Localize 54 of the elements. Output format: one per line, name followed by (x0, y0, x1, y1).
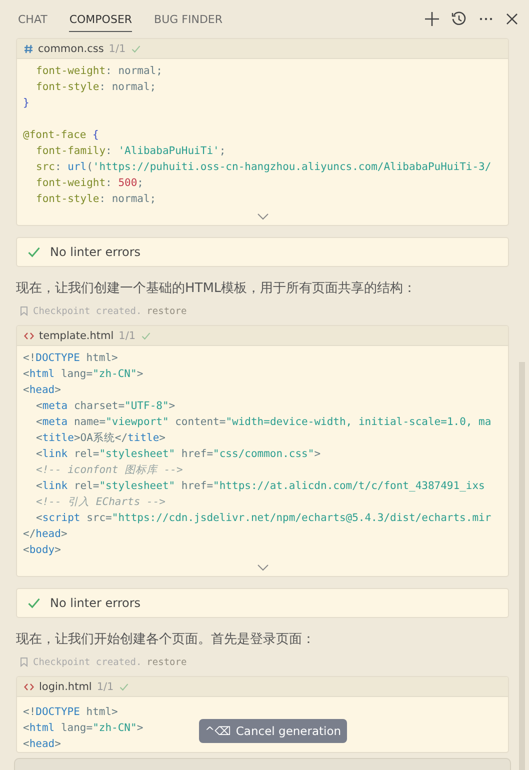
restore-link[interactable]: restore (146, 656, 187, 668)
code-line: <meta charset="UTF-8"> (35, 399, 176, 414)
file-name[interactable]: login.html (39, 680, 92, 692)
code-line: </head> (23, 527, 68, 542)
code-line: <!-- 引入 ECharts --> (35, 495, 166, 510)
assistant-message: 现在，让我们创建一个基础的HTML模板，用于所有页面共享的结构： (16, 280, 418, 298)
code-line: <head> (23, 383, 61, 398)
bookmark-icon (20, 657, 28, 667)
hash-icon (24, 44, 33, 54)
check-icon (27, 596, 41, 610)
lint-message: No linter errors (50, 596, 141, 610)
assistant-message: 现在，让我们开始创建各个页面。首先是登录页面： (16, 631, 316, 649)
code-line: font-weight: normal; (35, 64, 162, 79)
code-line: <meta name="viewport" content="width=device-width, initial-scale=1.0, ma (35, 415, 492, 430)
change-count: 1/1 (108, 42, 126, 54)
add-icon[interactable] (424, 11, 440, 27)
change-count: 1/1 (118, 330, 136, 342)
tab[interactable]: COMPOSER (69, 6, 132, 32)
expand-icon[interactable] (256, 564, 268, 570)
code-line: <!-- iconfont 图标库 --> (35, 463, 183, 478)
close-icon[interactable] (505, 12, 519, 26)
bookmark-icon (20, 306, 28, 316)
change-count: 1/1 (96, 680, 114, 692)
cancel-generation-button[interactable]: ^⌫ Cancel generation (199, 719, 348, 743)
file-name[interactable]: template.html (39, 330, 114, 342)
code-line: <title>OA系统</title> (35, 431, 166, 446)
file-name[interactable]: common.css (38, 42, 104, 54)
checkpoint-note: Checkpoint created. (33, 306, 142, 316)
code-line: <script src="https://cdn.jsdelivr.net/npm/echarts@5.4.3/dist/echarts.mir (35, 511, 492, 526)
code-line: <link rel="stylesheet" href="https://at.alicdn.com/t/c/font_4387491_ixs (35, 479, 485, 494)
code-line: <html lang="zh-CN"> (23, 367, 144, 382)
code-line: src: url('https://puhuiti.oss-cn-hangzhou.aliyuncs.com/AlibabaPuHuiTi-3/ (35, 160, 492, 175)
code-line: <head> (23, 737, 61, 752)
history-icon[interactable] (451, 11, 467, 27)
tab[interactable]: CHAT (18, 6, 48, 32)
code-line: <!DOCTYPE html> (23, 705, 118, 720)
code-line: font-style: normal; (35, 192, 156, 207)
tab[interactable]: BUG FINDER (154, 6, 223, 32)
restore-link[interactable]: restore (146, 306, 187, 316)
checkpoint-note: Checkpoint created. (33, 656, 142, 668)
code-line: <html lang="zh-CN"> (23, 721, 144, 736)
code-icon (24, 682, 34, 690)
code-line: @font-face { (23, 128, 99, 143)
code-line: font-weight: 500; (35, 176, 144, 191)
code-line: font-style: normal; (35, 80, 156, 95)
expand-icon[interactable] (256, 212, 268, 220)
lint-message: No linter errors (50, 245, 141, 259)
code-line: } (23, 96, 30, 111)
code-icon (24, 332, 34, 340)
code-line: <!DOCTYPE html> (23, 351, 118, 366)
code-line: font-family: 'AlibabaPuHuiTi'; (35, 144, 226, 159)
code-line: <link rel="stylesheet" href="css/common.css"> (35, 447, 321, 462)
code-line: <body> (23, 543, 61, 558)
check-icon (27, 245, 41, 259)
